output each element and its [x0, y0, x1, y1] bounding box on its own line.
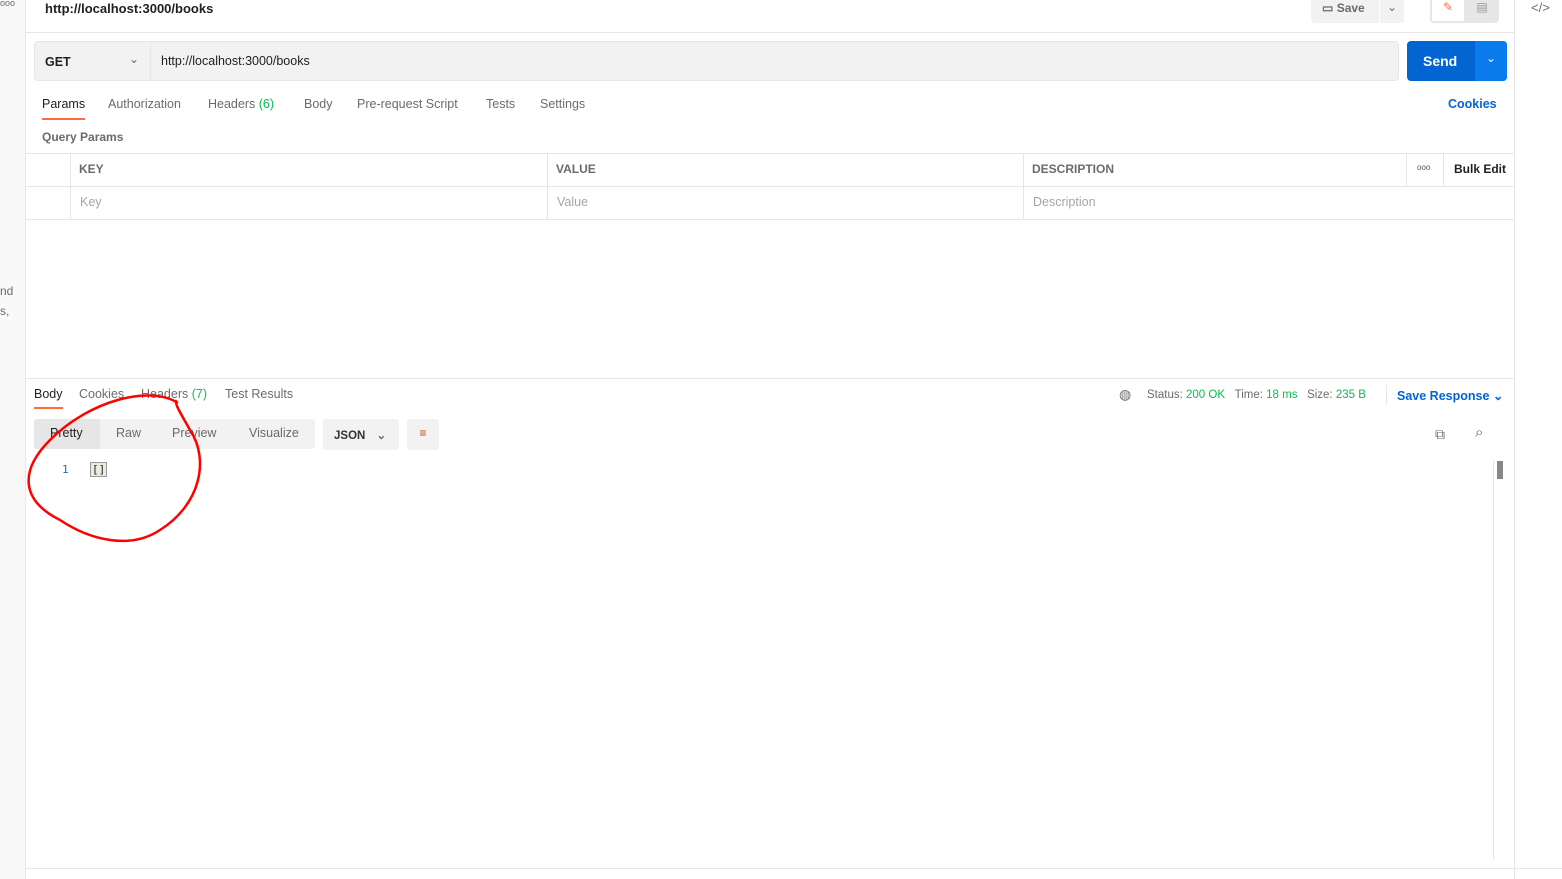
code-icon[interactable]: </> [1531, 0, 1550, 15]
annotation-circle [27, 394, 202, 543]
right-sidebar: </> [1514, 0, 1562, 879]
